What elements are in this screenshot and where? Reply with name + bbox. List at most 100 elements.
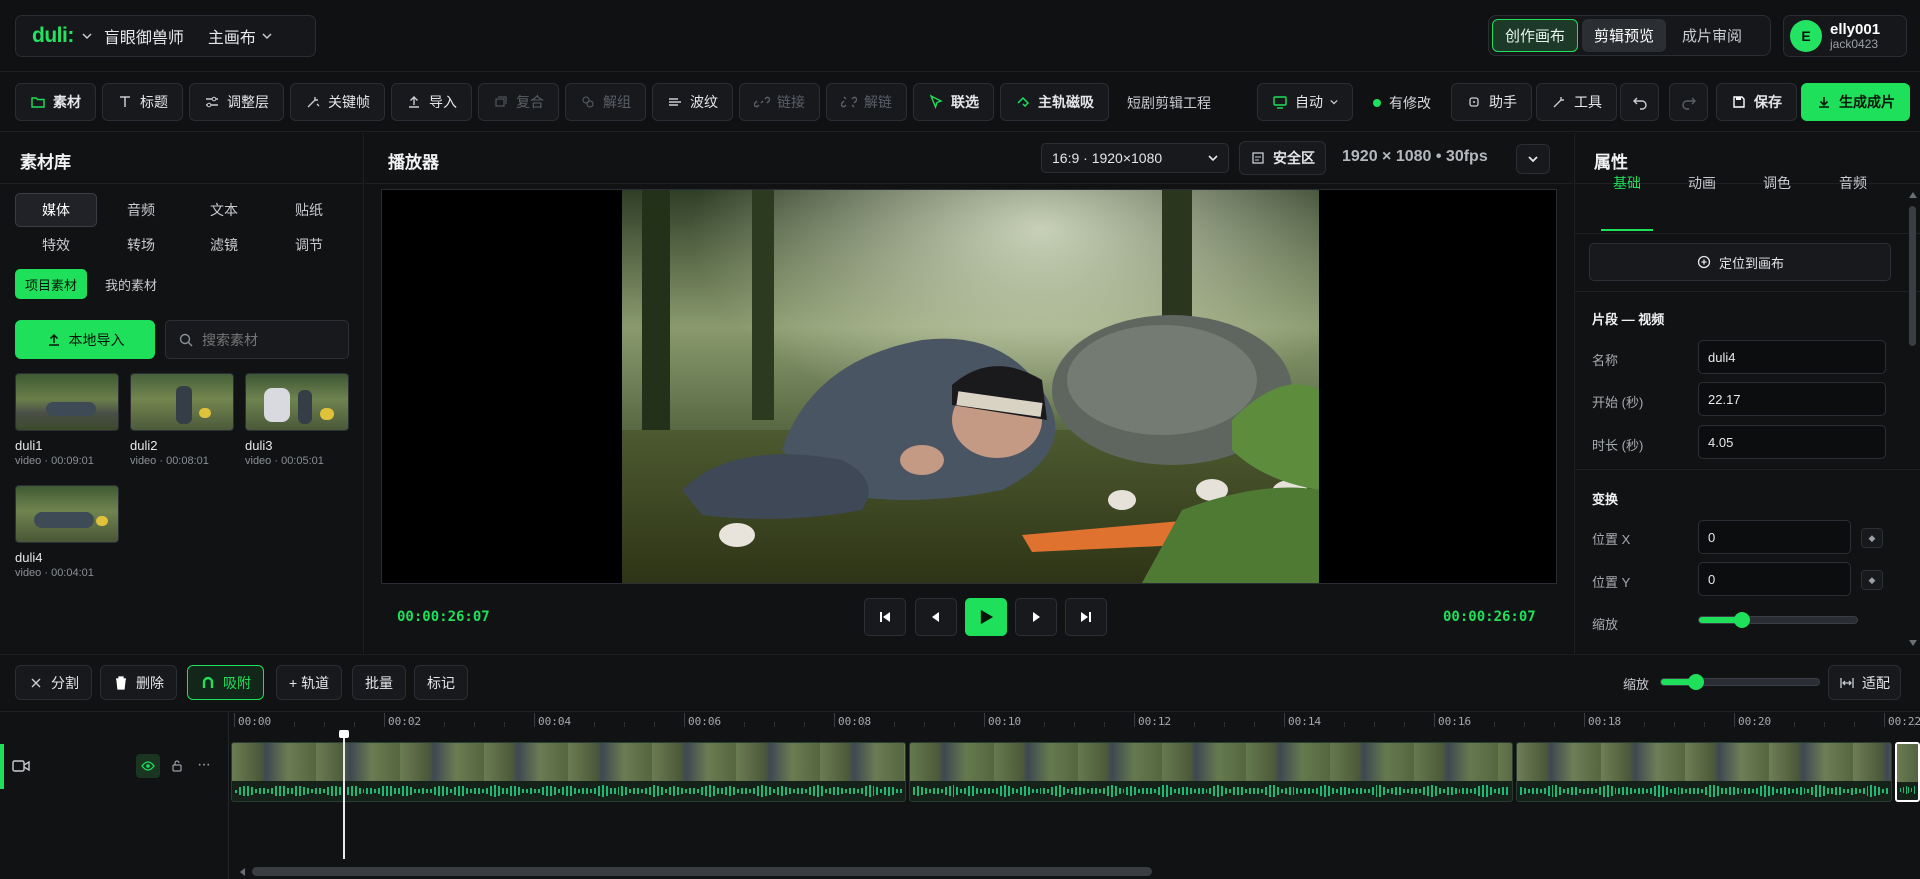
timeline-horizontal-scrollbar[interactable] xyxy=(252,867,1152,876)
undo-button[interactable] xyxy=(1620,83,1659,121)
play-button[interactable] xyxy=(965,598,1007,636)
local-import-button[interactable]: 本地导入 xyxy=(15,320,155,359)
mode-tab-create[interactable]: 创作画布 xyxy=(1492,19,1579,52)
material-thumbnail-duli4[interactable] xyxy=(15,485,119,543)
subtab-my-material[interactable]: 我的素材 xyxy=(95,269,167,299)
mode-tab-review[interactable]: 成片审阅 xyxy=(1670,19,1754,52)
scroll-left-arrow[interactable] xyxy=(240,868,245,876)
tab-color[interactable]: 调色 xyxy=(1763,173,1791,193)
pos-y-field[interactable]: 0 xyxy=(1698,562,1851,596)
prev-frame-button[interactable] xyxy=(915,598,957,636)
material-name: duli4 xyxy=(15,550,43,565)
title-button[interactable]: 标题 xyxy=(102,83,183,121)
category-transition[interactable]: 转场 xyxy=(100,228,182,262)
next-frame-button[interactable] xyxy=(1015,598,1057,636)
save-button[interactable]: 保存 xyxy=(1716,83,1797,121)
material-button[interactable]: 素材 xyxy=(15,83,96,121)
undo-icon xyxy=(1632,94,1648,110)
keyframe-diamond-icon[interactable]: ◆ xyxy=(1861,570,1883,590)
clip-waveform xyxy=(232,781,905,801)
compound-label: 复合 xyxy=(516,94,544,110)
status-dot xyxy=(1373,99,1381,107)
duration-field[interactable]: 4.05 xyxy=(1698,425,1886,459)
redo-button[interactable] xyxy=(1669,83,1708,121)
ungroup-icon xyxy=(580,94,596,110)
canvas-selector-label: 主画布 xyxy=(207,30,256,47)
project-name[interactable]: 盲眼御兽师 xyxy=(104,24,184,48)
ruler-subtick xyxy=(474,722,475,727)
compound-button[interactable]: 复合 xyxy=(478,83,559,121)
category-audio[interactable]: 音频 xyxy=(100,193,182,227)
player-options-button[interactable] xyxy=(1516,144,1550,174)
tab-basic[interactable]: 基础 xyxy=(1613,173,1641,193)
scale-slider[interactable] xyxy=(1698,612,1858,628)
keyframe-diamond-icon[interactable]: ◆ xyxy=(1861,528,1883,548)
split-button[interactable]: 分割 xyxy=(15,665,92,700)
keyframe-button[interactable]: 关键帧 xyxy=(290,83,385,121)
avatar: E xyxy=(1790,20,1822,52)
timeline-ruler[interactable]: 00:00 00:02 00:04 00:06 00:08 00:10 00:12 00:14… xyxy=(229,655,1920,735)
category-sticker[interactable]: 贴纸 xyxy=(268,193,350,227)
video-track-icon xyxy=(12,759,30,776)
category-effects[interactable]: 特效 xyxy=(15,228,97,262)
pos-x-label: 位置 X xyxy=(1592,532,1631,547)
scale-slider-thumb[interactable] xyxy=(1733,612,1750,628)
category-text[interactable]: 文本 xyxy=(183,193,265,227)
mode-tab-preview[interactable]: 剪辑预览 xyxy=(1582,19,1667,52)
material-thumbnail-duli3[interactable] xyxy=(245,373,349,431)
ruler-subtick xyxy=(1824,722,1825,727)
start-field[interactable]: 22.17 xyxy=(1698,382,1886,416)
import-button[interactable]: 导入 xyxy=(391,83,472,121)
ruler-subtick xyxy=(1674,722,1675,727)
name-field[interactable]: duli4 xyxy=(1698,340,1886,374)
ripple-button[interactable]: 波纹 xyxy=(652,83,733,121)
video-viewport[interactable] xyxy=(381,189,1557,584)
material-thumbnail-duli1[interactable] xyxy=(15,373,119,431)
aspect-ratio-select[interactable]: 16:9 · 1920×1080 xyxy=(1041,143,1229,173)
material-name: duli3 xyxy=(245,438,273,453)
delete-button[interactable]: 删除 xyxy=(100,665,177,700)
main-track-magnet-button[interactable]: 主轨磁吸 xyxy=(1000,83,1109,121)
category-media[interactable]: 媒体 xyxy=(15,193,97,227)
chevron-down-icon[interactable] xyxy=(82,31,92,41)
pos-x-field[interactable]: 0 xyxy=(1698,520,1851,554)
playhead[interactable] xyxy=(339,730,349,859)
export-button[interactable]: 生成成片 xyxy=(1801,83,1910,121)
track-visibility-toggle[interactable] xyxy=(136,754,160,778)
subtab-project-material[interactable]: 项目素材 xyxy=(15,269,88,299)
user-menu[interactable]: E elly001 jack0423 xyxy=(1783,15,1907,57)
ungroup-button[interactable]: 解组 xyxy=(565,83,646,121)
category-filter[interactable]: 滤镜 xyxy=(183,228,265,262)
ruler-label: 00:06 xyxy=(688,715,722,728)
pos-y-value: 0 xyxy=(1708,571,1716,587)
ruler-subtick xyxy=(744,722,745,727)
material-thumbnail-duli2[interactable] xyxy=(130,373,234,431)
timeline-clip[interactable] xyxy=(909,742,1513,802)
locate-to-canvas-button[interactable]: 定位到画布 xyxy=(1589,243,1891,281)
timeline-clip[interactable] xyxy=(1895,742,1920,802)
adjust-layer-button[interactable]: 调整层 xyxy=(189,83,284,121)
search-box[interactable] xyxy=(165,320,349,359)
tab-audio[interactable]: 音频 xyxy=(1839,173,1867,193)
skip-back-icon xyxy=(880,612,890,622)
tools-button[interactable]: 工具 xyxy=(1536,83,1617,121)
skip-to-start-button[interactable] xyxy=(864,598,906,636)
canvas-selector[interactable]: 主画布 xyxy=(208,24,272,48)
assistant-button[interactable]: 助手 xyxy=(1451,83,1532,121)
ruler-subtick xyxy=(804,722,805,727)
tab-animation[interactable]: 动画 xyxy=(1688,173,1716,193)
link-button[interactable]: 链接 xyxy=(739,83,820,121)
more-icon[interactable]: ··· xyxy=(197,756,211,774)
timeline-clip[interactable] xyxy=(1516,742,1892,802)
properties-scrollbar[interactable] xyxy=(1908,188,1917,653)
safe-zone-button[interactable]: 安全区 xyxy=(1239,141,1326,175)
lock-icon[interactable] xyxy=(171,759,183,775)
skip-to-end-button[interactable] xyxy=(1065,598,1107,636)
eye-icon xyxy=(141,761,155,771)
category-adjust[interactable]: 调节 xyxy=(268,228,350,262)
auto-mode-dropdown[interactable]: 自动 xyxy=(1257,83,1353,121)
unlink-button[interactable]: 解链 xyxy=(826,83,907,121)
timeline-clip[interactable] xyxy=(231,742,906,802)
select-linked-button[interactable]: 联选 xyxy=(913,83,994,121)
search-input[interactable] xyxy=(202,331,342,348)
